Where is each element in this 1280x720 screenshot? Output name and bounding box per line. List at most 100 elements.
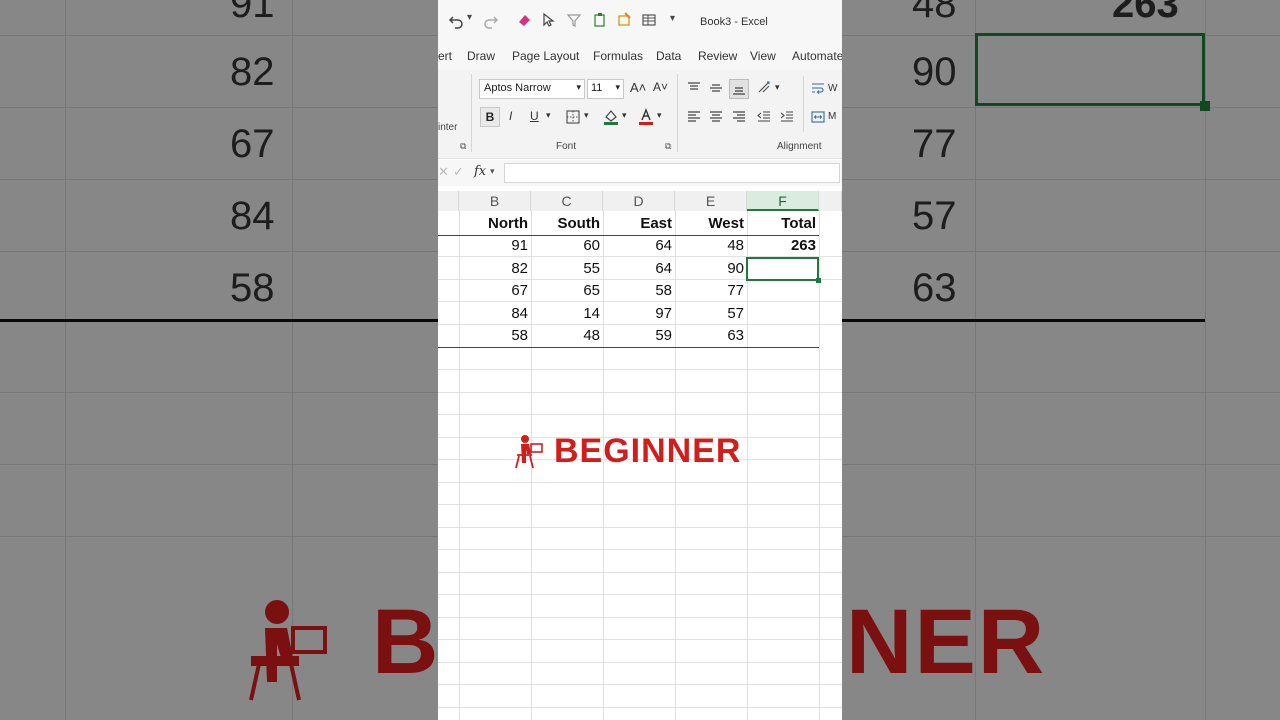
chevron-down-icon[interactable]: ▾ bbox=[490, 166, 495, 177]
shrink-font-button[interactable]: A˅ bbox=[653, 80, 668, 94]
table-cell[interactable]: 97 bbox=[603, 303, 675, 325]
tab-data[interactable]: Data bbox=[656, 49, 681, 63]
grid-line bbox=[438, 617, 842, 618]
orientation-icon[interactable] bbox=[757, 80, 773, 96]
bold-button[interactable]: B bbox=[480, 107, 500, 127]
formula-bar: ✕ ✓ fx ▾ bbox=[438, 160, 842, 186]
grid-line bbox=[438, 639, 842, 640]
underline-button[interactable]: U bbox=[530, 109, 539, 123]
table-cell[interactable]: 82 bbox=[459, 258, 531, 280]
format-painter-icon[interactable] bbox=[616, 12, 632, 28]
format-painter-label[interactable]: inter bbox=[438, 122, 457, 133]
enter-icon[interactable]: ✓ bbox=[453, 164, 464, 180]
column-header-d[interactable]: D bbox=[603, 191, 675, 211]
increase-indent-icon[interactable] bbox=[780, 110, 794, 124]
grid-line bbox=[438, 482, 842, 483]
active-cell-selection[interactable] bbox=[746, 257, 819, 281]
column-header-g[interactable] bbox=[819, 191, 842, 211]
header-east[interactable]: East bbox=[603, 213, 675, 235]
undo-icon[interactable] bbox=[448, 13, 464, 29]
undo-dropdown-icon[interactable]: ▾ bbox=[467, 12, 472, 23]
column-header-a[interactable] bbox=[438, 191, 459, 211]
total-cell[interactable] bbox=[747, 303, 819, 325]
grid-line bbox=[438, 369, 842, 370]
align-top-icon[interactable] bbox=[687, 81, 701, 95]
cursor-select-icon[interactable] bbox=[540, 12, 556, 28]
paste-values-icon[interactable] bbox=[592, 12, 608, 28]
fill-color-icon[interactable] bbox=[603, 108, 619, 126]
font-color-dropdown-icon[interactable]: ▾ bbox=[657, 110, 662, 121]
table-cell[interactable]: 60 bbox=[531, 235, 603, 257]
merge-label[interactable]: M bbox=[828, 111, 836, 122]
table-cell[interactable]: 58 bbox=[459, 325, 531, 347]
redo-icon[interactable] bbox=[483, 13, 499, 29]
table-format-icon[interactable] bbox=[641, 12, 657, 28]
decrease-indent-icon[interactable] bbox=[757, 110, 771, 124]
table-cell[interactable]: 57 bbox=[675, 303, 747, 325]
header-north[interactable]: North bbox=[459, 213, 531, 235]
table-cell[interactable]: 58 bbox=[603, 280, 675, 302]
table-cell[interactable]: 65 bbox=[531, 280, 603, 302]
table-cell[interactable]: 64 bbox=[603, 258, 675, 280]
table-cell[interactable]: 84 bbox=[459, 303, 531, 325]
underline-dropdown-icon[interactable]: ▾ bbox=[546, 110, 551, 121]
tab-automate[interactable]: Automate bbox=[792, 49, 842, 63]
tab-view[interactable]: View bbox=[750, 49, 776, 63]
tab-insert[interactable]: ert bbox=[438, 49, 452, 63]
tab-review[interactable]: Review bbox=[698, 49, 737, 63]
table-cell[interactable]: 67 bbox=[459, 280, 531, 302]
insert-function-button[interactable]: fx bbox=[474, 164, 486, 179]
table-cell[interactable]: 64 bbox=[603, 235, 675, 257]
wrap-text-icon[interactable] bbox=[811, 82, 825, 96]
header-total[interactable]: Total bbox=[747, 213, 819, 235]
clipboard-launcher-icon[interactable]: ⧉ bbox=[460, 141, 466, 152]
filter-icon[interactable] bbox=[566, 12, 582, 28]
font-launcher-icon[interactable]: ⧉ bbox=[665, 141, 671, 152]
table-cell[interactable]: 48 bbox=[675, 235, 747, 257]
header-west[interactable]: West bbox=[675, 213, 747, 235]
font-size-select[interactable]: 11 ▾ bbox=[587, 79, 624, 99]
table-cell[interactable]: 91 bbox=[459, 235, 531, 257]
table-cell[interactable]: 77 bbox=[675, 280, 747, 302]
tab-formulas[interactable]: Formulas bbox=[593, 49, 643, 63]
eraser-icon[interactable] bbox=[516, 12, 532, 28]
table-cell[interactable]: 63 bbox=[675, 325, 747, 347]
align-center-icon[interactable] bbox=[709, 110, 723, 124]
fill-handle[interactable] bbox=[816, 278, 821, 283]
table-cell[interactable]: 90 bbox=[675, 258, 747, 280]
font-name-select[interactable]: Aptos Narrow ▾ bbox=[479, 79, 585, 99]
column-header-c[interactable]: C bbox=[531, 191, 603, 211]
table-cell[interactable]: 55 bbox=[531, 258, 603, 280]
font-size-value: 11 bbox=[591, 82, 603, 94]
wrap-text-label[interactable]: W bbox=[828, 83, 837, 94]
align-right-icon[interactable] bbox=[732, 110, 746, 124]
total-cell[interactable] bbox=[747, 280, 819, 302]
table-cell[interactable]: 14 bbox=[531, 303, 603, 325]
tab-draw[interactable]: Draw bbox=[467, 49, 495, 63]
header-south[interactable]: South bbox=[531, 213, 603, 235]
fill-color-dropdown-icon[interactable]: ▾ bbox=[622, 110, 627, 121]
total-cell[interactable]: 263 bbox=[747, 235, 819, 257]
merge-center-icon[interactable] bbox=[811, 110, 825, 124]
column-header-b[interactable]: B bbox=[459, 191, 531, 211]
column-header-f[interactable]: F bbox=[747, 191, 819, 211]
cancel-icon[interactable]: ✕ bbox=[438, 164, 449, 180]
orientation-dropdown-icon[interactable]: ▾ bbox=[775, 82, 780, 93]
total-cell[interactable] bbox=[747, 325, 819, 347]
tab-page-layout[interactable]: Page Layout bbox=[512, 49, 579, 63]
customize-quick-access-icon[interactable]: ▾ bbox=[670, 13, 675, 24]
font-color-icon[interactable] bbox=[638, 108, 654, 126]
grow-font-button[interactable]: A˄ bbox=[630, 80, 646, 95]
title-bar: ▾ ▾ Book3 - Excel bbox=[438, 0, 842, 42]
table-cell[interactable]: 48 bbox=[531, 325, 603, 347]
align-bottom-button[interactable] bbox=[729, 79, 749, 99]
grid-line bbox=[438, 392, 842, 393]
borders-dropdown-icon[interactable]: ▾ bbox=[584, 110, 589, 121]
align-left-icon[interactable] bbox=[687, 110, 701, 124]
table-cell[interactable]: 59 bbox=[603, 325, 675, 347]
formula-input[interactable] bbox=[504, 163, 840, 183]
align-middle-icon[interactable] bbox=[709, 81, 723, 95]
column-header-e[interactable]: E bbox=[675, 191, 747, 211]
borders-icon[interactable] bbox=[565, 109, 581, 125]
italic-button[interactable]: I bbox=[509, 109, 512, 123]
